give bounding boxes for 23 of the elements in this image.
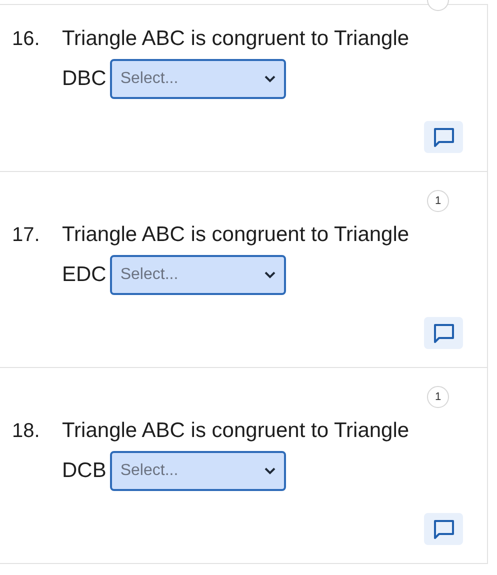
question-text: Triangle ABC is congruent to Triangle — [62, 418, 410, 444]
select-dropdown[interactable]: Select... — [110, 451, 286, 491]
speech-bubble-icon — [432, 127, 454, 147]
speech-bubble-icon — [432, 323, 454, 343]
chevron-down-icon — [264, 271, 276, 279]
chevron-down-icon — [264, 75, 276, 83]
question-text: Triangle ABC is congruent to Triangle — [62, 26, 410, 52]
comment-button[interactable] — [424, 121, 463, 153]
question-number: 16. — [12, 27, 41, 52]
speech-bubble-icon — [432, 519, 454, 539]
comment-button[interactable] — [424, 317, 463, 349]
chevron-down-icon — [264, 467, 276, 475]
select-dropdown[interactable]: Select... — [110, 59, 286, 99]
count-badge: 1 — [427, 386, 449, 408]
question-number: 17. — [12, 223, 41, 248]
question-number: 18. — [12, 419, 41, 444]
count-badge: 1 — [427, 190, 449, 212]
answer-label: EDC — [62, 262, 106, 288]
answer-label: DBC — [62, 66, 106, 92]
question-text: Triangle ABC is congruent to Triangle — [62, 222, 410, 248]
select-dropdown[interactable]: Select... — [110, 255, 286, 295]
answer-label: DCB — [62, 458, 106, 484]
comment-button[interactable] — [424, 513, 463, 545]
